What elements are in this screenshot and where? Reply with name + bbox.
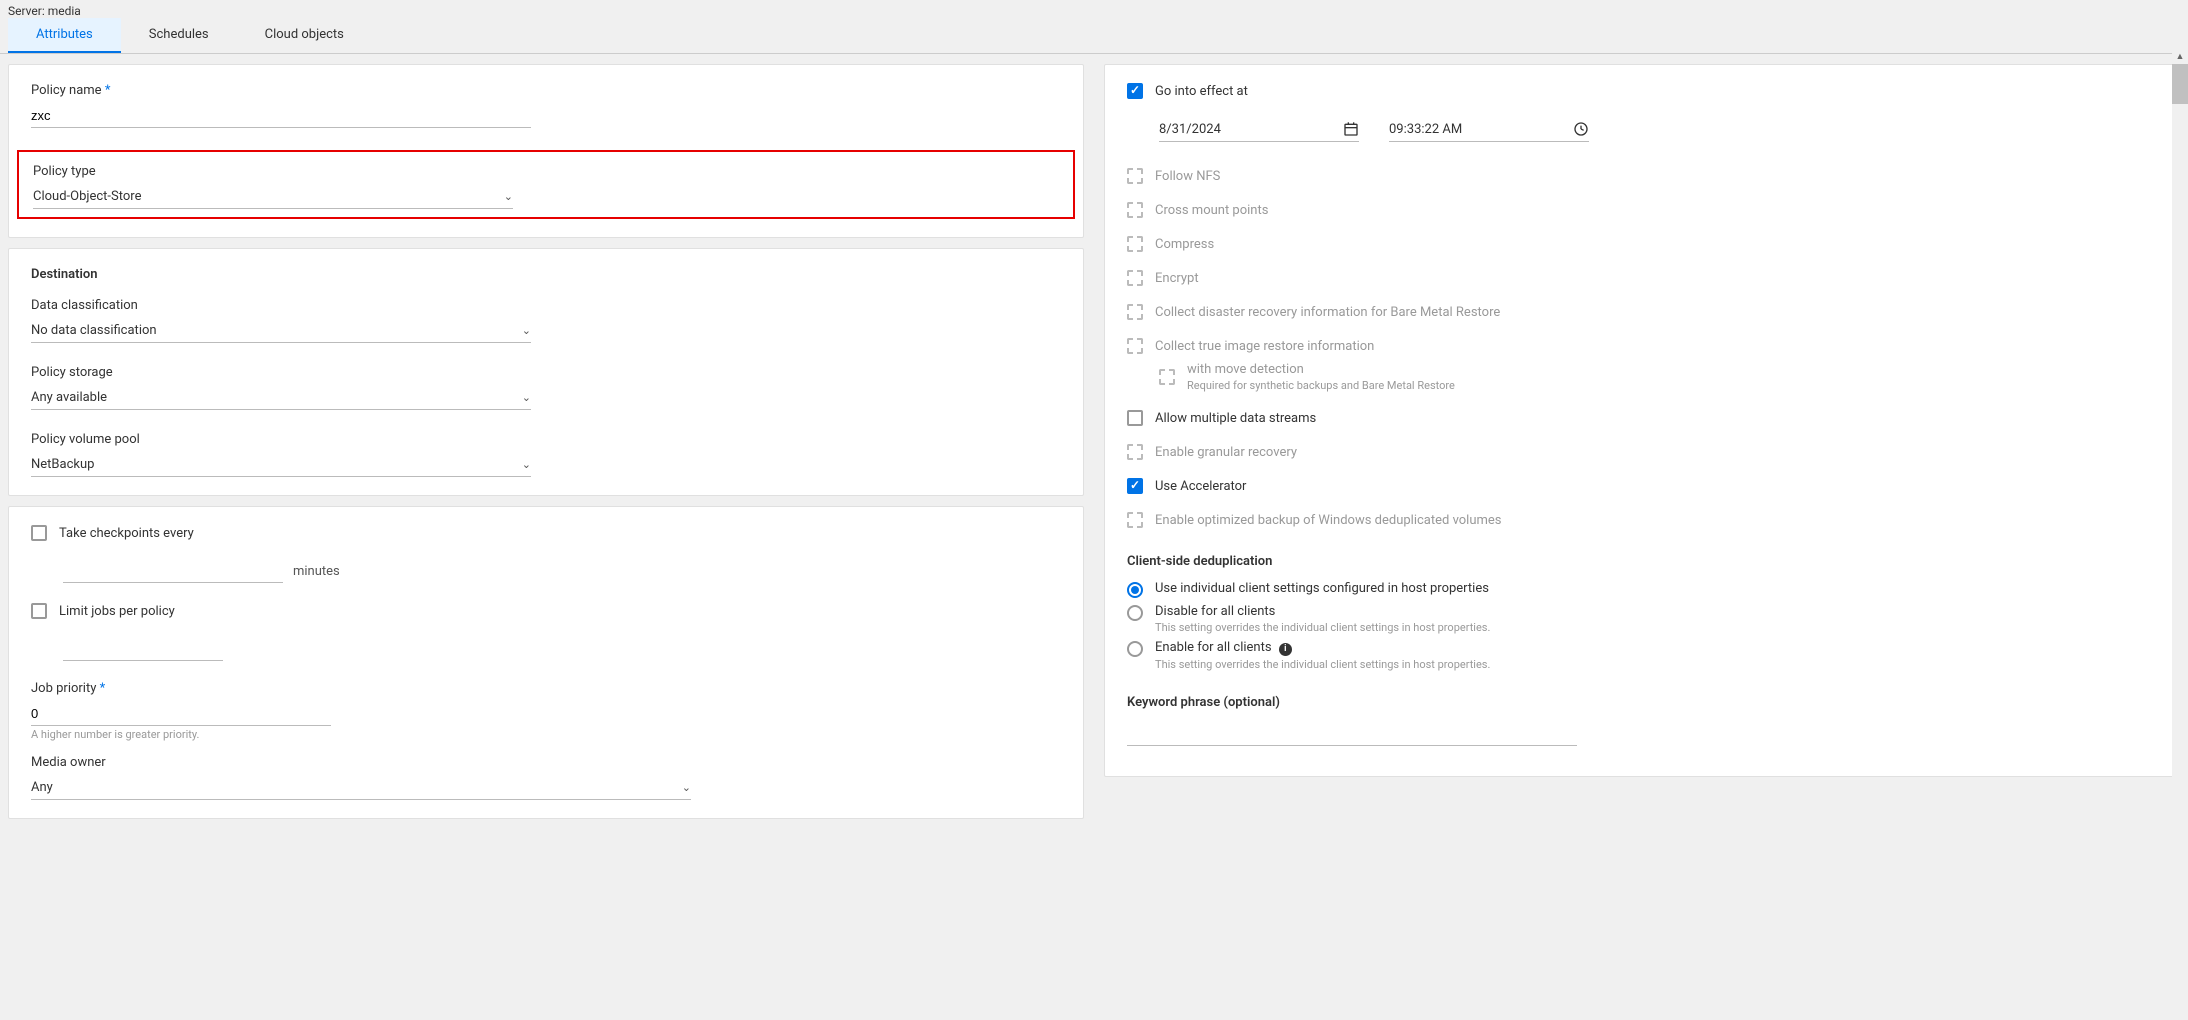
collect-dr-label: Collect disaster recovery information fo… (1155, 305, 1500, 320)
tab-cloud-objects[interactable]: Cloud objects (237, 18, 372, 53)
enable-optimized-label: Enable optimized backup of Windows dedup… (1155, 513, 1502, 528)
with-move-detection-hint: Required for synthetic backups and Bare … (1187, 379, 1455, 392)
cross-mount-label: Cross mount points (1155, 203, 1268, 218)
policy-type-label: Policy type (33, 164, 1059, 179)
chevron-down-icon: ⌄ (682, 781, 691, 794)
use-accelerator-checkbox[interactable] (1127, 478, 1143, 494)
clock-icon (1573, 121, 1589, 137)
enable-optimized-checkbox (1127, 512, 1143, 528)
cross-mount-checkbox (1127, 202, 1143, 218)
data-classification-select[interactable]: No data classification ⌄ (31, 319, 531, 343)
limit-jobs-input[interactable] (63, 637, 223, 661)
collect-true-image-label: Collect true image restore information (1155, 339, 1374, 354)
destination-title: Destination (31, 267, 1061, 282)
allow-multiple-checkbox[interactable] (1127, 410, 1143, 426)
keyword-phrase-label: Keyword phrase (optional) (1127, 695, 2157, 710)
radio-individual[interactable] (1127, 582, 1143, 598)
checkpoints-minutes-input[interactable] (63, 559, 283, 583)
enable-granular-checkbox (1127, 444, 1143, 460)
chevron-down-icon: ⌄ (504, 190, 513, 203)
calendar-icon (1343, 121, 1359, 137)
info-icon: i (1279, 643, 1292, 656)
tab-schedules[interactable]: Schedules (121, 18, 237, 53)
time-input[interactable]: 09:33:22 AM (1389, 117, 1589, 142)
follow-nfs-checkbox (1127, 168, 1143, 184)
date-input[interactable]: 8/31/2024 (1159, 117, 1359, 142)
compress-label: Compress (1155, 237, 1214, 252)
job-priority-hint: A higher number is greater priority. (31, 728, 1061, 741)
chevron-down-icon: ⌄ (522, 391, 531, 404)
tab-attributes[interactable]: Attributes (8, 18, 121, 53)
collect-dr-checkbox (1127, 304, 1143, 320)
limit-jobs-label: Limit jobs per policy (59, 604, 175, 619)
with-move-detection-label: with move detection (1187, 362, 1455, 377)
scroll-up-icon[interactable]: ▲ (2172, 48, 2188, 64)
policy-name-input[interactable] (31, 104, 531, 128)
radio-disable-label: Disable for all clients (1155, 604, 1490, 619)
policy-storage-select[interactable]: Any available ⌄ (31, 386, 531, 410)
policy-volume-pool-select[interactable]: NetBackup ⌄ (31, 453, 531, 477)
card-policy-basics: Policy name * Policy type Cloud-Object-S… (8, 64, 1084, 238)
keyword-phrase-input[interactable] (1127, 724, 1577, 746)
limit-jobs-checkbox[interactable] (31, 603, 47, 619)
radio-enable-label: Enable for all clients i (1155, 640, 1490, 656)
enable-granular-label: Enable granular recovery (1155, 445, 1297, 460)
data-classification-label: Data classification (31, 298, 1061, 313)
minutes-label: minutes (293, 564, 340, 579)
radio-individual-label: Use individual client settings configure… (1155, 581, 1489, 596)
card-destination: Destination Data classification No data … (8, 248, 1084, 496)
take-checkpoints-label: Take checkpoints every (59, 526, 194, 541)
allow-multiple-label: Allow multiple data streams (1155, 411, 1316, 426)
media-owner-select[interactable]: Any ⌄ (31, 776, 691, 800)
radio-disable[interactable] (1127, 605, 1143, 621)
card-checkpoints: Take checkpoints every minutes Limit job… (8, 506, 1084, 819)
encrypt-label: Encrypt (1155, 271, 1199, 286)
media-owner-label: Media owner (31, 755, 1061, 770)
scrollbar-thumb[interactable] (2172, 64, 2188, 104)
policy-name-label: Policy name * (31, 83, 1061, 98)
tabs: Attributes Schedules Cloud objects (0, 18, 2188, 54)
encrypt-checkbox (1127, 270, 1143, 286)
compress-checkbox (1127, 236, 1143, 252)
policy-type-highlight: Policy type Cloud-Object-Store ⌄ (17, 150, 1075, 219)
go-into-effect-checkbox[interactable] (1127, 83, 1143, 99)
policy-volume-pool-label: Policy volume pool (31, 432, 1061, 447)
use-accelerator-label: Use Accelerator (1155, 479, 1246, 494)
radio-enable-hint: This setting overrides the individual cl… (1155, 658, 1490, 671)
collect-true-image-checkbox (1127, 338, 1143, 354)
server-label: Server: media (0, 0, 2188, 18)
scrollbar[interactable]: ▲ (2172, 48, 2188, 1020)
radio-disable-hint: This setting overrides the individual cl… (1155, 621, 1490, 634)
take-checkpoints-checkbox[interactable] (31, 525, 47, 541)
go-into-effect-label: Go into effect at (1155, 84, 1248, 99)
client-dedup-title: Client-side deduplication (1127, 554, 2157, 569)
job-priority-label: Job priority * (31, 681, 1061, 696)
with-move-detection-checkbox (1159, 369, 1175, 385)
chevron-down-icon: ⌄ (522, 324, 531, 337)
job-priority-input[interactable] (31, 702, 331, 726)
chevron-down-icon: ⌄ (522, 458, 531, 471)
policy-type-select[interactable]: Cloud-Object-Store ⌄ (33, 185, 513, 209)
card-options: Go into effect at 8/31/2024 09:33:22 AM … (1104, 64, 2180, 777)
radio-enable[interactable] (1127, 641, 1143, 657)
follow-nfs-label: Follow NFS (1155, 169, 1220, 184)
policy-storage-label: Policy storage (31, 365, 1061, 380)
